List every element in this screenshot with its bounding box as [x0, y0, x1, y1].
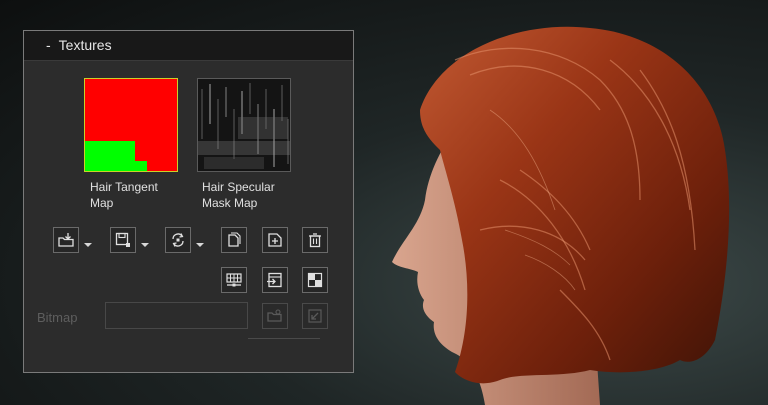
uv-grid-icon: [226, 273, 242, 287]
refresh-texture-dropdown[interactable]: [194, 227, 206, 253]
import-texture-button[interactable]: [262, 267, 288, 293]
copy-icon: [228, 232, 241, 247]
hair-tangent-map-thumbnail[interactable]: [84, 78, 178, 172]
refresh-icon: [172, 233, 184, 247]
import-icon: [267, 272, 282, 288]
load-texture-button[interactable]: [53, 227, 79, 253]
save-icon: [115, 232, 130, 247]
bitmap-path-input[interactable]: [105, 302, 248, 329]
load-texture-dropdown[interactable]: [82, 227, 94, 253]
hair-mass: [420, 26, 730, 384]
uv-grid-button[interactable]: [221, 267, 247, 293]
save-texture-dropdown[interactable]: [139, 227, 151, 253]
panel-title: Textures: [58, 37, 112, 53]
folder-browse-icon: [267, 309, 282, 322]
add-layer-icon: [268, 233, 282, 247]
browse-bitmap-button[interactable]: [262, 303, 288, 329]
collapse-toggle[interactable]: -: [46, 37, 51, 53]
tangent-green-area: [85, 141, 135, 171]
bitmap-separator: [248, 338, 320, 339]
clear-bitmap-button[interactable]: [302, 303, 328, 329]
load-icon: [58, 233, 74, 247]
refresh-texture-button[interactable]: [165, 227, 191, 253]
checker-icon: [307, 272, 323, 288]
textures-panel: - Textures Hair Tangent Map Hair Specula…: [23, 30, 354, 373]
hair-specular-mask-map-thumbnail[interactable]: [197, 78, 291, 172]
panel-header[interactable]: - Textures: [24, 31, 353, 61]
hair-specular-mask-map-label: Hair Specular Mask Map: [202, 180, 275, 210]
delete-icon: [309, 233, 321, 248]
arrow-in-icon: [308, 309, 322, 323]
bitmap-label: Bitmap: [37, 310, 78, 325]
add-layer-button[interactable]: [262, 227, 288, 253]
hair-tangent-map-label: Hair Tangent Map: [90, 180, 158, 210]
save-texture-button[interactable]: [110, 227, 136, 253]
delete-texture-button[interactable]: [302, 227, 328, 253]
checker-pattern-button[interactable]: [302, 267, 328, 293]
copy-texture-button[interactable]: [221, 227, 247, 253]
tangent-green-notch: [135, 161, 147, 171]
specular-mask-texture: [198, 79, 290, 171]
